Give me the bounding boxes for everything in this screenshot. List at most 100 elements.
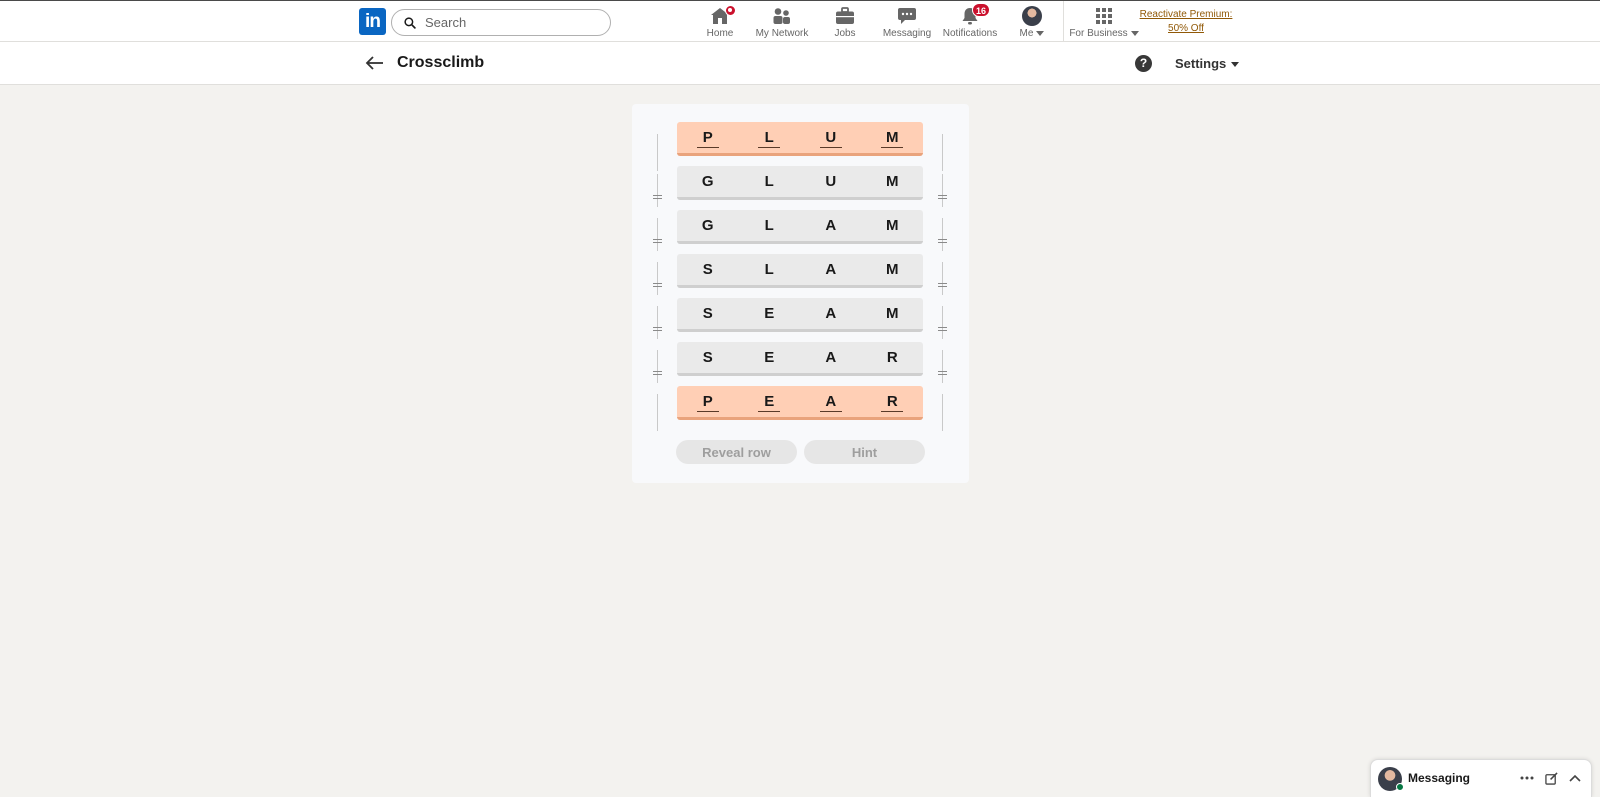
word-row[interactable]: GLUM [677, 166, 923, 200]
letter-cell: S [702, 261, 713, 278]
letter-cell: S [702, 349, 713, 366]
letter-cell: L [764, 173, 774, 190]
rail-line [942, 218, 943, 251]
rail-line [942, 350, 943, 383]
nav-jobs[interactable]: Jobs [832, 6, 858, 40]
drag-handle-icon[interactable] [653, 326, 662, 331]
letter-cell: A [825, 349, 837, 366]
nav-notifications[interactable]: 16 Notifications [942, 3, 998, 40]
settings-button[interactable]: Settings [1175, 56, 1240, 71]
linkedin-logo[interactable]: in [359, 8, 386, 35]
word-row[interactable]: SEAM [677, 298, 923, 332]
grid-icon [1095, 6, 1113, 26]
locked-word-row[interactable]: PLUM [677, 122, 923, 156]
nav-for-business[interactable]: For Business [1069, 6, 1139, 40]
drag-handle-icon[interactable] [653, 238, 662, 243]
letter-cell: R [862, 386, 924, 417]
nav-home-label: Home [706, 28, 734, 39]
nav-me-label: Me [1019, 28, 1034, 39]
letter-cell: U [825, 173, 837, 190]
letter-cell: L [764, 217, 774, 234]
chevron-down-icon [1231, 62, 1240, 68]
nav-messaging-label: Messaging [882, 28, 932, 39]
letter-cell: E [764, 305, 775, 322]
help-icon[interactable]: ? [1135, 55, 1152, 72]
letter-cell: P [677, 122, 739, 153]
rail-line [942, 174, 943, 207]
rail-line [657, 394, 658, 431]
game-actions: Reveal row Hint [676, 440, 925, 464]
word-row[interactable]: SEAR [677, 342, 923, 376]
rail-line [942, 394, 943, 431]
drag-handle-icon[interactable] [938, 326, 947, 331]
game-header: Crossclimb ? Settings [0, 42, 1600, 85]
briefcase-icon [835, 6, 855, 26]
letter-cell: P [677, 386, 739, 417]
letter-cell: U [800, 122, 862, 153]
rail-line [657, 134, 658, 171]
letter-cell: M [862, 122, 924, 153]
rail-line [942, 134, 943, 171]
letter-cell: A [825, 217, 837, 234]
rail-line [657, 174, 658, 207]
rail-line [657, 218, 658, 251]
rail-line [657, 350, 658, 383]
letter-cell: M [886, 261, 899, 278]
drag-handle-icon[interactable] [938, 370, 947, 375]
premium-line-1: Reactivate Premium: [1139, 9, 1233, 20]
more-options-icon[interactable] [1518, 769, 1536, 787]
back-button[interactable] [365, 53, 385, 73]
word-row[interactable]: SLAM [677, 254, 923, 288]
drag-handle-icon[interactable] [653, 370, 662, 375]
nav-messaging[interactable]: Messaging [882, 6, 932, 40]
compose-icon[interactable] [1542, 769, 1560, 787]
messaging-dock-label: Messaging [1408, 771, 1471, 785]
hint-button[interactable]: Hint [804, 440, 925, 464]
search-input[interactable] [425, 15, 595, 30]
locked-word-row[interactable]: PEAR [677, 386, 923, 420]
drag-handle-icon[interactable] [938, 238, 947, 243]
game-card: PLUMGLUMGLAMSLAMSEAMSEARPEAR Reveal row … [632, 104, 969, 483]
nav-divider [1063, 1, 1064, 42]
letter-cell: G [701, 217, 714, 234]
arrow-left-icon [365, 56, 383, 70]
letter-cell: L [739, 122, 801, 153]
notifications-badge: 16 [972, 3, 991, 17]
right-rail [936, 134, 950, 431]
chat-icon [897, 6, 917, 26]
letter-cell: A [825, 305, 837, 322]
letter-cell: M [886, 217, 899, 234]
letter-cell: A [825, 261, 837, 278]
letter-cell: E [764, 349, 775, 366]
drag-handle-icon[interactable] [938, 194, 947, 199]
letter-cell: R [886, 349, 898, 366]
letter-cell: M [886, 305, 899, 322]
letter-cell: L [764, 261, 774, 278]
online-status-indicator [1396, 783, 1404, 791]
nav-home[interactable]: Home [703, 5, 737, 40]
nav-notifications-label: Notifications [942, 28, 998, 39]
drag-handle-icon[interactable] [938, 282, 947, 287]
letter-cell: S [702, 305, 713, 322]
rail-line [657, 262, 658, 295]
home-notification-dot [725, 5, 736, 16]
nav-my-network[interactable]: My Network [752, 6, 812, 40]
chevron-up-icon[interactable] [1566, 769, 1584, 787]
rail-line [942, 306, 943, 339]
global-nav: in Home My Network [0, 0, 1600, 42]
rail-line [657, 306, 658, 339]
chevron-down-icon [1036, 30, 1045, 36]
reveal-row-button[interactable]: Reveal row [676, 440, 797, 464]
letter-cell: A [800, 386, 862, 417]
people-icon [772, 6, 792, 26]
premium-line-2: 50% Off [1168, 23, 1204, 34]
drag-handle-icon[interactable] [653, 194, 662, 199]
nav-me[interactable]: Me [1017, 6, 1047, 40]
search-box[interactable] [391, 9, 611, 36]
drag-handle-icon[interactable] [653, 282, 662, 287]
bell-icon: 16 [960, 3, 991, 26]
word-row[interactable]: GLAM [677, 210, 923, 244]
letter-cell: E [739, 386, 801, 417]
messaging-dock[interactable]: Messaging [1370, 759, 1592, 797]
reactivate-premium-link[interactable]: Reactivate Premium: 50% Off [1134, 8, 1238, 36]
